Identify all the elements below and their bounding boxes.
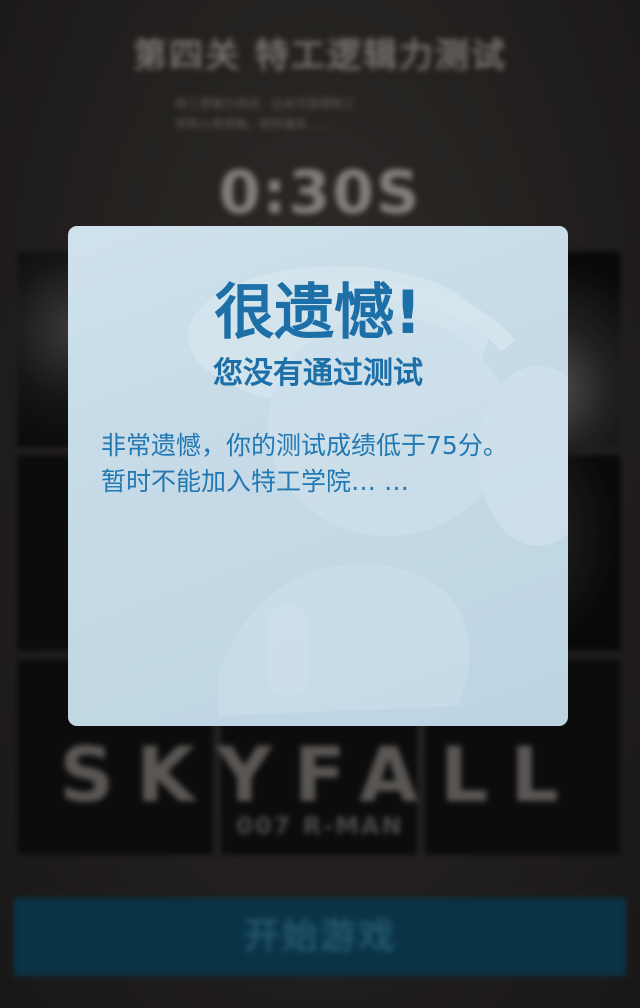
dialog-message: 非常遗憾，你的测试成绩低于75分。 暂时不能加入特工学院… … (101, 428, 551, 500)
dialog-message-line: 非常遗憾，你的测试成绩低于75分。 (101, 431, 508, 460)
result-dialog: 很遗憾! 您没有通过测试 非常遗憾，你的测试成绩低于75分。 暂时不能加入特工学… (68, 226, 568, 726)
dialog-subtitle: 您没有通过测试 (213, 356, 423, 391)
dialog-title: 很遗憾! (214, 278, 422, 348)
game-screen: 第四关 特工逻辑力测试 特工逻辑力测试，过关可获得特工 学院入场资格，祝你通关…… (0, 0, 640, 1008)
dialog-message-line: 暂时不能加入特工学院… … (101, 467, 409, 496)
